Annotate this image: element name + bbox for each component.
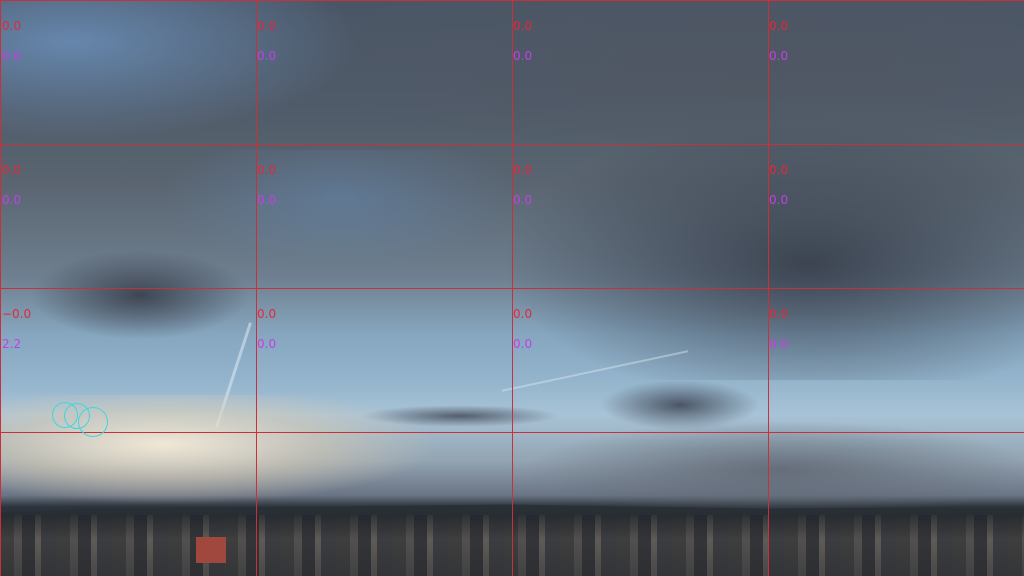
cell-value-b: 0.0 [769,193,789,207]
cloud [520,420,1024,520]
cell-value-b: 0.0 [513,49,533,63]
cloud [500,120,1024,380]
cell-value-b: 0.0 [2,193,22,207]
cell-value-a: 0.0 [2,163,22,177]
cell-value-a: 0.0 [257,19,277,33]
cloud [30,250,250,340]
cell-value-a: 0.0 [257,163,277,177]
cell-value-b: 0.0 [513,337,533,351]
cell-value-b: 0.0 [769,49,789,63]
cell-value-a: −0.0 [2,307,32,321]
cell-value-b: 0.0 [257,193,277,207]
cell-value-b: 0.0 [769,337,789,351]
cell-value-b: 0.0 [513,193,533,207]
video-frame: 0.0 0.0 0.0 0.0 0.0 0.0 0.0 0.0 0.0 0.0 … [0,0,1024,576]
building [196,537,226,563]
grid-line-horizontal [0,144,1024,145]
cell-value-a: 0.0 [513,19,533,33]
target-circle-icon [78,407,108,437]
cell-value-b: 0.0 [257,49,277,63]
cell-value-a: 0.0 [769,19,789,33]
cell-value-a: 0.0 [769,163,789,177]
cell-value-a: 0.0 [2,19,22,33]
cell-value-a: 0.0 [257,307,277,321]
grid-line-horizontal [0,432,1024,433]
cell-value-a: 0.0 [769,307,789,321]
grid-line-horizontal [0,0,1024,1]
grid-line-horizontal [0,288,1024,289]
cell-value-a: 0.0 [513,163,533,177]
cell-value-b: 2.2 [2,337,22,351]
cell-value-a: 0.0 [513,307,533,321]
cell-value-b: 0.0 [257,337,277,351]
cell-value-b: 0.0 [2,49,22,63]
